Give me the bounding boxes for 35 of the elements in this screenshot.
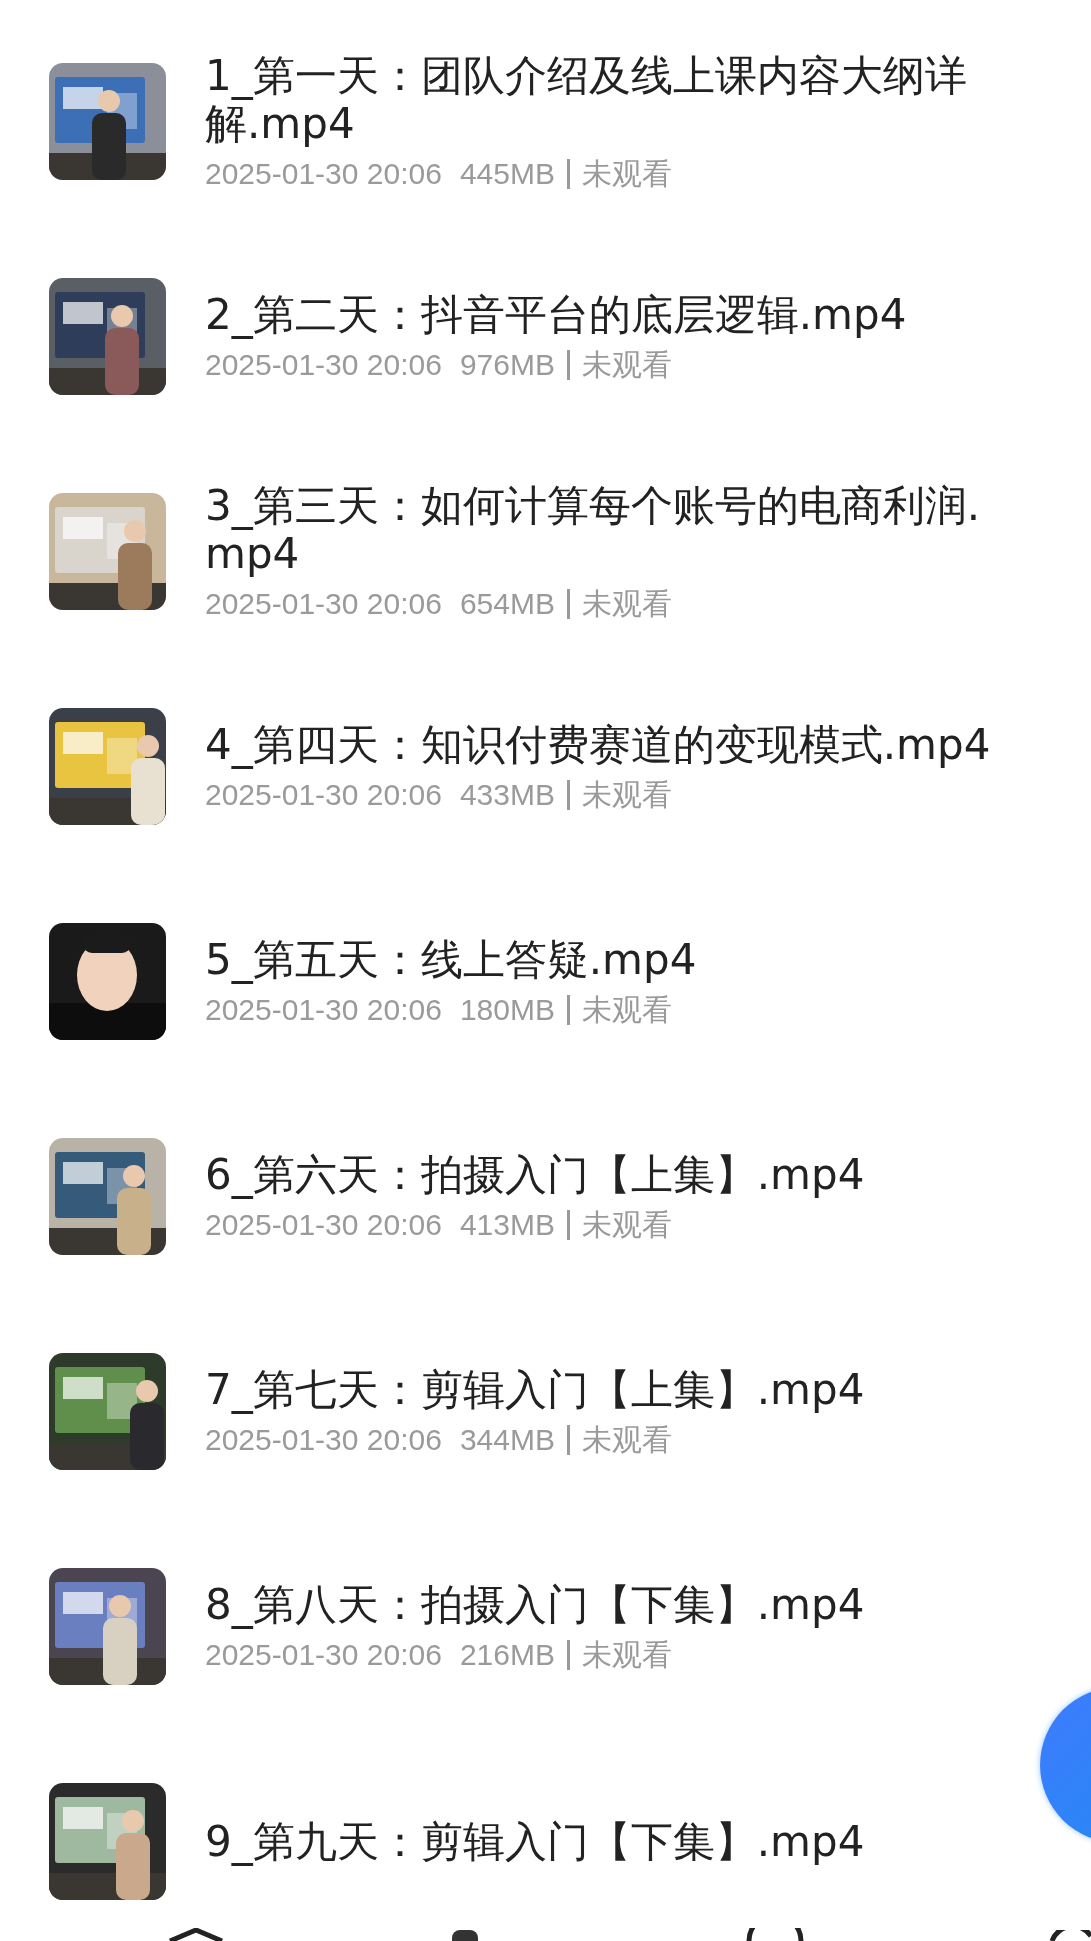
file-size: 433MB: [459, 776, 555, 813]
file-size: 976MB: [459, 346, 555, 383]
watch-status: 未观看: [581, 1421, 672, 1458]
video-title[interactable]: 6_第六天：拍摄入门【上集】.mp4: [205, 1150, 1005, 1199]
file-size: 180MB: [459, 991, 555, 1028]
person-icon[interactable]: [452, 1930, 478, 1941]
upload-time: 2025-01-30 20:06: [205, 155, 442, 192]
upload-time: 2025-01-30 20:06: [205, 991, 442, 1028]
file-size: 445MB: [459, 155, 555, 192]
watch-status: 未观看: [581, 991, 672, 1028]
upload-time: 2025-01-30 20:06: [205, 346, 442, 383]
video-title[interactable]: 9_第九天：剪辑入门【下集】.mp4: [205, 1817, 1005, 1866]
watch-status: 未观看: [581, 585, 672, 622]
file-size: 654MB: [459, 585, 555, 622]
upload-time: 2025-01-30 20:06: [205, 776, 442, 813]
video-title[interactable]: 5_第五天：线上答疑.mp4: [205, 935, 1005, 984]
watch-status: 未观看: [581, 776, 672, 813]
video-title[interactable]: 2_第二天：抖音平台的底层逻辑.mp4: [205, 290, 1005, 339]
file-size: 344MB: [459, 1421, 555, 1458]
watch-status: 未观看: [581, 1636, 672, 1673]
watch-status: 未观看: [581, 155, 672, 192]
watch-status: 未观看: [581, 1206, 672, 1243]
video-title[interactable]: 7_第七天：剪辑入门【上集】.mp4: [205, 1365, 1005, 1414]
file-size: 413MB: [459, 1206, 555, 1243]
video-title[interactable]: 1_第一天：团队介绍及线上课内容大纲详解.mp4: [205, 51, 1005, 148]
watch-status: 未观看: [581, 346, 672, 383]
upload-time: 2025-01-30 20:06: [205, 585, 442, 622]
home-icon[interactable]: [168, 1928, 224, 1941]
upload-time: 2025-01-30 20:06: [205, 1206, 442, 1243]
video-title[interactable]: 3_第三天：如何计算每个账号的电商利润.mp4: [205, 481, 1005, 578]
file-size: 216MB: [459, 1636, 555, 1673]
upload-time: 2025-01-30 20:06: [205, 1421, 442, 1458]
upload-time: 2025-01-30 20:06: [205, 1636, 442, 1673]
video-title[interactable]: 4_第四天：知识付费赛道的变现模式.mp4: [205, 720, 1005, 769]
video-title[interactable]: 8_第八天：拍摄入门【下集】.mp4: [205, 1580, 1005, 1629]
